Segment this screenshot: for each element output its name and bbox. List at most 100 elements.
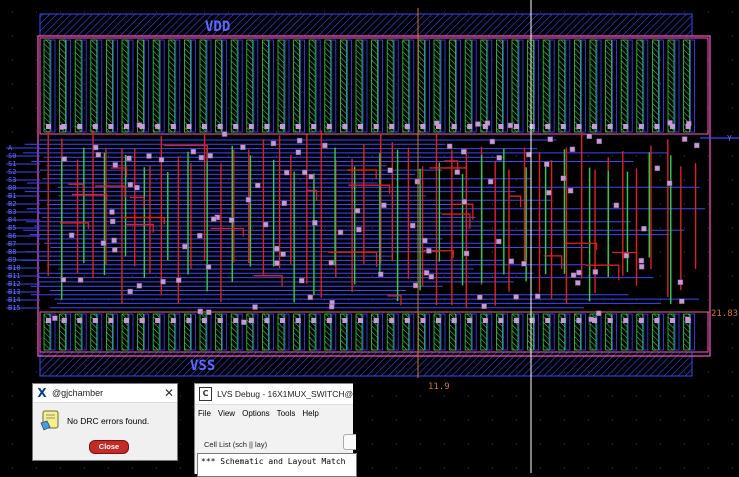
contact (92, 124, 98, 129)
contact (508, 258, 515, 264)
contact (358, 318, 363, 323)
nmos-metal (487, 313, 493, 351)
pin-label: B6 (8, 232, 16, 240)
contact (592, 124, 597, 129)
contact (127, 288, 133, 295)
pmos-metal (690, 39, 695, 133)
contact (197, 308, 204, 315)
contact (221, 131, 228, 137)
lvs-result-text: *** Schematic and Layout Match (201, 457, 346, 466)
contact (381, 202, 387, 208)
nmos-metal (424, 313, 430, 351)
pin-label: B0 (8, 184, 16, 192)
contact (248, 124, 254, 129)
contact (295, 318, 301, 323)
contact (307, 294, 314, 301)
menu-help[interactable]: Help (302, 409, 318, 418)
contact (112, 162, 119, 168)
contact (170, 318, 176, 323)
pin-label: B2 (8, 200, 16, 208)
contact (124, 318, 129, 323)
pin-label-y: Y (727, 134, 732, 143)
lvs-window-titlebar: C LVS Debug - 16X1MUX_SWITCH@gjc (195, 384, 353, 405)
nmos-metal (565, 313, 571, 351)
contact (337, 229, 344, 236)
contact (100, 240, 107, 246)
contact (487, 178, 494, 185)
contact (326, 318, 332, 323)
contact (274, 245, 280, 252)
coord-readout-right: 21.83 (711, 309, 738, 319)
lvs-result-list[interactable]: *** Schematic and Layout Match (197, 453, 357, 477)
contact (607, 124, 613, 129)
nmos-metal (378, 313, 384, 351)
pmos-diffusion (558, 39, 566, 133)
menu-file[interactable]: File (198, 409, 211, 418)
contact (404, 318, 410, 323)
contact (475, 121, 481, 127)
contact (595, 310, 602, 317)
pmos-diffusion (574, 39, 581, 133)
menu-options[interactable]: Options (242, 409, 270, 418)
contact (489, 138, 496, 145)
cell-list-filter-button[interactable] (343, 434, 356, 450)
vss-label: VSS (190, 358, 215, 374)
contact (482, 318, 488, 323)
contact (560, 124, 566, 129)
pmos-diffusion (137, 39, 145, 133)
contact (534, 293, 541, 300)
contact (202, 124, 207, 129)
pmos-metal (237, 39, 243, 133)
menu-tools[interactable]: Tools (277, 409, 296, 418)
pmos-metal (300, 39, 306, 133)
pmos-diffusion (261, 39, 269, 133)
poly-jog (129, 196, 145, 208)
pmos-diffusion (511, 39, 519, 133)
pmos-diffusion (308, 39, 316, 133)
contact (529, 318, 535, 323)
pmos-metal (128, 39, 134, 133)
pin-label: B12 (8, 280, 21, 288)
contact (77, 124, 83, 129)
contact (160, 278, 166, 285)
pmos-metal (190, 39, 196, 133)
menu-view[interactable]: View (218, 409, 235, 418)
pmos-diffusion (152, 39, 160, 133)
contact (68, 232, 75, 239)
contact (109, 218, 116, 225)
contact (328, 303, 335, 310)
pmos-diffusion (652, 39, 659, 133)
contact (296, 137, 303, 144)
pmos-metal (440, 39, 446, 133)
poly-jog (387, 295, 402, 306)
contact (409, 222, 416, 229)
lvs-app-icon: C (199, 387, 213, 401)
contact (139, 318, 145, 323)
pmos-metal (346, 39, 352, 133)
contact (205, 264, 212, 270)
pmos-metal (487, 39, 493, 133)
contact (186, 124, 192, 129)
drc-message: No DRC errors found. (67, 416, 150, 426)
contact (92, 318, 98, 323)
contact (245, 197, 252, 203)
contact (679, 298, 685, 304)
contact (389, 318, 395, 323)
contact (638, 263, 645, 270)
poly-jog (210, 227, 244, 237)
pin-label: B13 (8, 288, 21, 296)
pmos-diffusion (636, 39, 644, 133)
close-button[interactable]: Close (89, 440, 129, 454)
contact (280, 124, 285, 129)
pmos-diffusion (480, 39, 488, 133)
pin-label: B5 (8, 224, 16, 232)
pmos-diffusion (106, 39, 113, 133)
contact (233, 124, 239, 129)
pmos-metal (502, 39, 508, 133)
pmos-diffusion (464, 39, 472, 133)
contact (274, 260, 280, 266)
nmos-metal (440, 313, 446, 351)
nmos-metal (190, 313, 196, 351)
drc-dialog-titlebar: X @gjchamber ✕ (33, 384, 177, 403)
close-icon[interactable]: ✕ (161, 386, 177, 400)
